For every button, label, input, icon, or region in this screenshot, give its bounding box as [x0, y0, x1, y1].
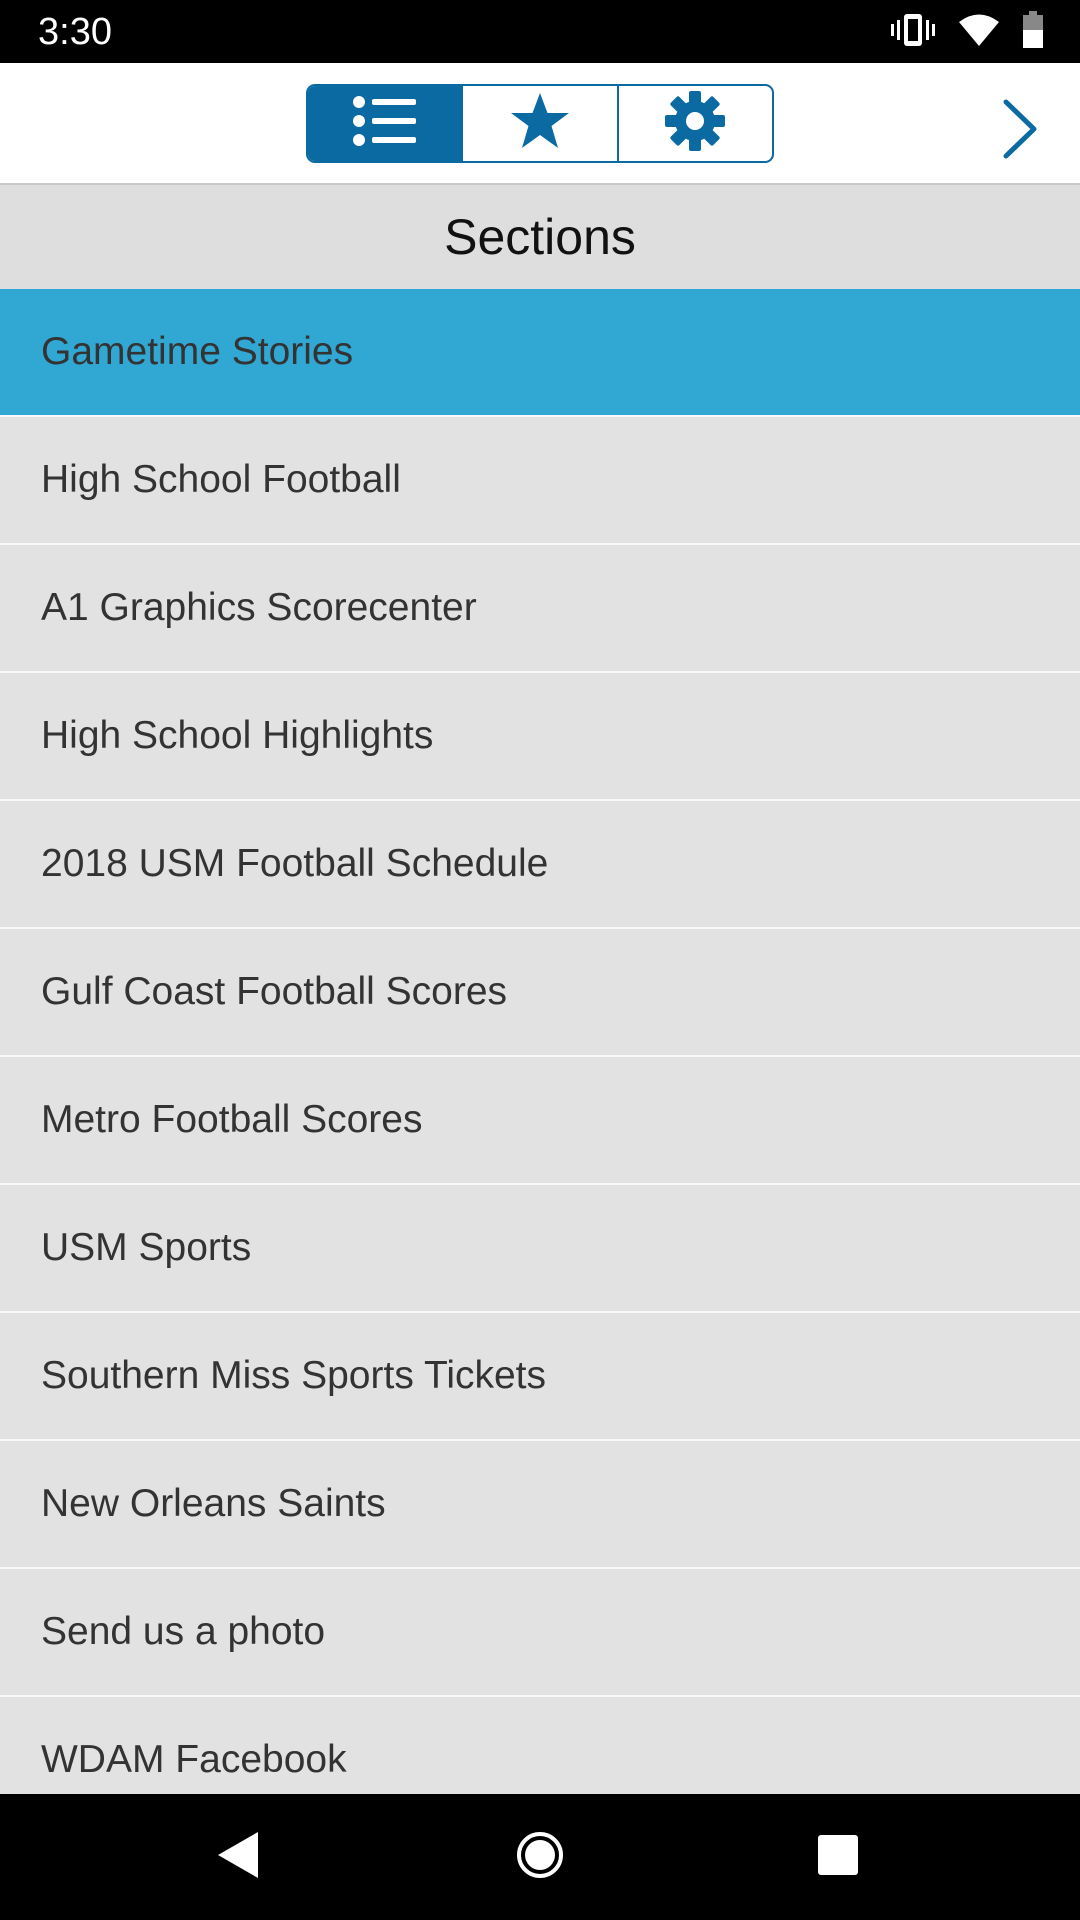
next-button[interactable] [990, 96, 1050, 166]
list-item-new-orleans-saints[interactable]: New Orleans Saints [0, 1441, 1080, 1569]
top-toolbar [0, 63, 1080, 185]
list-item-label: A1 Graphics Scorecenter [41, 586, 477, 629]
list-item-label: Southern Miss Sports Tickets [41, 1354, 547, 1397]
list-item-label: 2018 USM Football Schedule [41, 842, 549, 885]
tab-sections-list[interactable] [308, 86, 464, 161]
tab-favorites[interactable] [463, 86, 619, 161]
list-item-gulf-coast-football-scores[interactable]: Gulf Coast Football Scores [0, 929, 1080, 1057]
list-item-label: High School Football [41, 458, 401, 501]
page-title: Sections [0, 185, 1080, 289]
list-item-label: Gametime Stories [41, 330, 354, 373]
list-item-label: High School Highlights [41, 714, 434, 757]
back-button[interactable] [208, 1827, 268, 1887]
list-item-label: Send us a photo [41, 1610, 326, 1653]
list-item-label: Metro Football Scores [41, 1098, 423, 1141]
status-icons [890, 10, 1044, 54]
list-item-gametime-stories[interactable]: Gametime Stories [0, 289, 1080, 417]
view-segmented-control [306, 84, 774, 163]
list-item-usm-football-schedule[interactable]: 2018 USM Football Schedule [0, 801, 1080, 929]
status-time: 3:30 [38, 11, 112, 53]
list-item-label: USM Sports [41, 1226, 252, 1269]
list-item-southern-miss-sports-tickets[interactable]: Southern Miss Sports Tickets [0, 1313, 1080, 1441]
list-item-a1-graphics-scorecenter[interactable]: A1 Graphics Scorecenter [0, 545, 1080, 673]
recents-icon [817, 1834, 859, 1881]
list-item-metro-football-scores[interactable]: Metro Football Scores [0, 1057, 1080, 1185]
star-icon [509, 91, 571, 156]
status-bar: 3:30 [0, 0, 1080, 63]
sections-list: Gametime Stories High School Football A1… [0, 289, 1080, 1825]
list-item-high-school-highlights[interactable]: High School Highlights [0, 673, 1080, 801]
battery-icon [1022, 10, 1044, 54]
recents-button[interactable] [808, 1827, 868, 1887]
list-item-label: Gulf Coast Football Scores [41, 970, 508, 1013]
tab-settings[interactable] [619, 86, 772, 161]
list-item-usm-sports[interactable]: USM Sports [0, 1185, 1080, 1313]
gear-icon [664, 90, 726, 157]
system-nav-bar [0, 1794, 1080, 1920]
home-button[interactable] [510, 1827, 570, 1887]
list-item-label: WDAM Facebook [41, 1738, 347, 1781]
back-icon [216, 1830, 260, 1885]
list-icon [352, 94, 418, 153]
list-item-label: New Orleans Saints [41, 1482, 386, 1525]
list-item-high-school-football[interactable]: High School Football [0, 417, 1080, 545]
list-item-send-photo[interactable]: Send us a photo [0, 1569, 1080, 1697]
home-icon [515, 1830, 565, 1885]
wifi-icon [958, 13, 1000, 52]
chevron-right-icon [1000, 98, 1040, 165]
vibrate-icon [890, 12, 936, 53]
